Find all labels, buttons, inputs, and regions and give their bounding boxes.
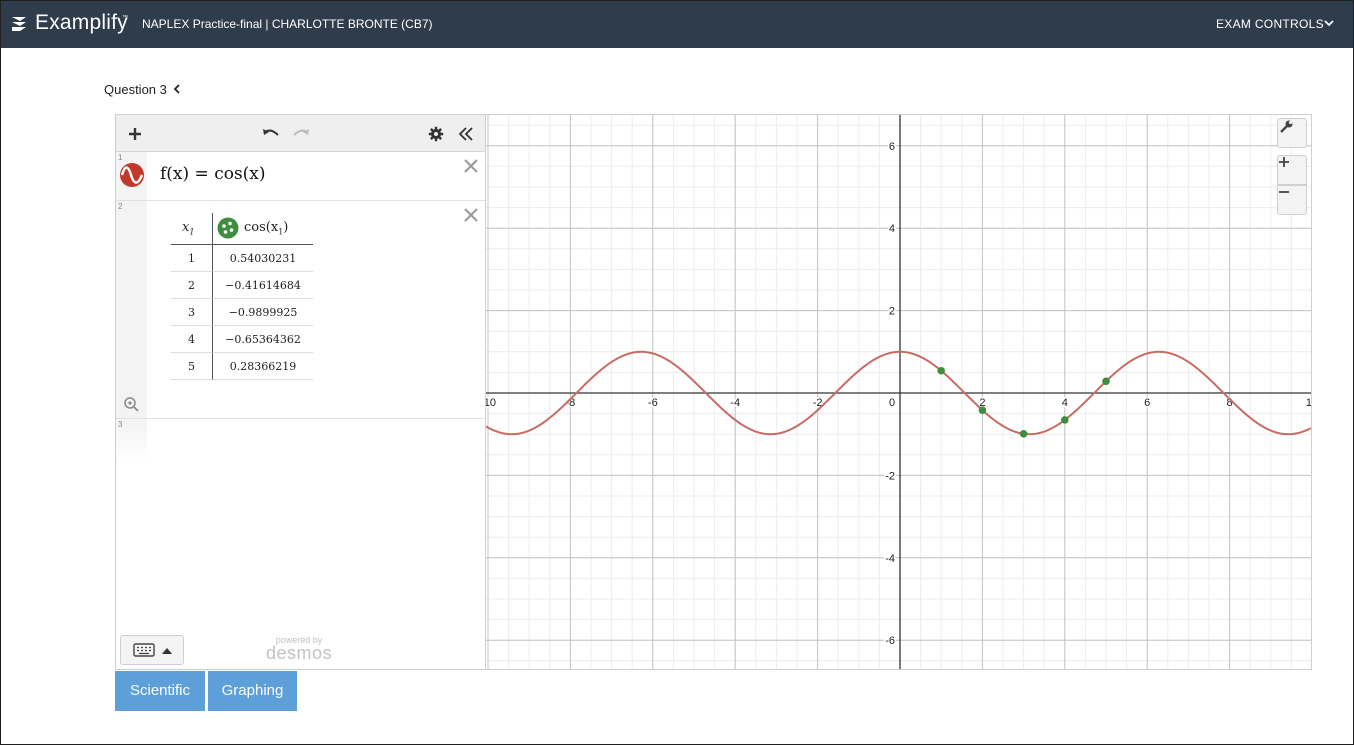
graphing-calculator: 1 f(x) = cos(x) 2 x1 cos(x1) 1 0.5403023… (115, 114, 1312, 670)
exam-controls-button[interactable]: EXAM CONTROLS (1216, 17, 1324, 31)
redo-button[interactable] (290, 123, 312, 145)
x-tick-label: -10 (486, 397, 496, 409)
settings-button[interactable] (425, 123, 447, 145)
x-tick-label: 0 (889, 397, 895, 409)
expression-formula[interactable]: f(x) = cos(x) (160, 164, 266, 184)
undo-icon (263, 129, 279, 136)
expression-index: 3 (118, 420, 123, 429)
table-cell-x[interactable]: 2 (171, 272, 212, 299)
y-tick-label: -2 (885, 470, 895, 482)
chevron-left-icon[interactable] (171, 82, 183, 96)
table-point (1102, 377, 1110, 386)
graphing-tab[interactable]: Graphing (208, 671, 297, 711)
plus-icon (129, 128, 141, 140)
powered-by-desmos: powered by desmos (266, 635, 332, 664)
y-tick-label: -4 (885, 553, 895, 565)
table-header-cos[interactable]: cos(x1) (212, 213, 313, 245)
x-tick-label: -6 (648, 397, 658, 409)
undo-button[interactable] (260, 123, 282, 145)
double-chevron-left-icon (458, 127, 473, 141)
minus-icon (1279, 191, 1289, 193)
table-cell-cos[interactable]: 0.28366219 (212, 353, 313, 380)
expression-index: 2 (118, 202, 123, 211)
collapse-panel-button[interactable] (455, 123, 477, 145)
table-cell-cos[interactable]: −0.41614684 (212, 272, 313, 299)
expression-row-1[interactable]: 1 f(x) = cos(x) (116, 152, 485, 201)
table-cell-x[interactable]: 1 (171, 245, 212, 272)
close-icon[interactable] (463, 207, 479, 223)
table-point (937, 366, 945, 375)
examplify-logo-icon (12, 17, 26, 31)
y-tick-label: 6 (889, 141, 895, 153)
x-tick-label: -4 (730, 397, 740, 409)
y-tick-label: 4 (889, 223, 895, 235)
keyboard-icon (133, 643, 155, 657)
expression-index: 1 (118, 153, 123, 162)
table-cell-x[interactable]: 3 (171, 299, 212, 326)
column-x-subscript: 1 (189, 227, 195, 237)
curve-color-icon[interactable] (119, 162, 145, 188)
graph-canvas[interactable]: -10-8-6-4-20246810-6-4-2246 (486, 115, 1311, 669)
x-tick-label: 4 (1062, 397, 1068, 409)
table-cell-x[interactable]: 4 (171, 326, 212, 353)
expression-panel: 1 f(x) = cos(x) 2 x1 cos(x1) 1 0.5403023… (116, 115, 486, 669)
points-style-icon[interactable] (217, 217, 239, 239)
x-tick-label: 10 (1306, 397, 1311, 409)
y-tick-label: 2 (889, 306, 895, 318)
close-icon[interactable] (463, 158, 479, 174)
table-header-x[interactable]: x1 (171, 213, 212, 245)
table-cell-cos[interactable]: 0.54030231 (212, 245, 313, 272)
table-cell-x[interactable]: 5 (171, 353, 212, 380)
zoom-fit-icon[interactable] (123, 396, 139, 412)
table-point (978, 406, 987, 414)
plus-icon (1279, 157, 1289, 167)
question-label: Question 3 (104, 82, 167, 97)
table-cell-cos[interactable]: −0.65364362 (212, 326, 313, 353)
column-cos-close-paren: ) (283, 220, 289, 235)
top-bar: Examplify ™ NAPLEX Practice-final | CHAR… (1, 1, 1353, 48)
table-point (1061, 416, 1069, 424)
column-cos-label: cos(x (244, 220, 279, 235)
app-logo-text: Examplify (35, 11, 128, 34)
caret-up-icon (162, 648, 172, 654)
trademark-mark: ™ (122, 15, 128, 21)
expression-row-2[interactable]: 2 x1 cos(x1) 1 0.54030231 2 −0.41614684 … (116, 201, 485, 419)
table-point (1019, 429, 1028, 438)
graph-area[interactable]: -10-8-6-4-20246810-6-4-2246 (486, 115, 1311, 669)
wrench-icon (1280, 120, 1293, 133)
scientific-tab[interactable]: Scientific (115, 671, 205, 711)
y-tick-label: -6 (885, 635, 895, 647)
gear-icon (428, 126, 444, 142)
expression-toolbar (116, 115, 485, 152)
keypad-toggle-button[interactable] (120, 635, 184, 665)
expression-gutter (116, 201, 147, 418)
exam-title: NAPLEX Practice-final | CHARLOTTE BRONTE… (142, 17, 433, 31)
add-expression-button[interactable] (124, 123, 146, 145)
x-tick-label: 6 (1144, 397, 1150, 409)
redo-icon (293, 129, 309, 136)
chevron-down-icon[interactable] (1322, 16, 1336, 30)
table-cell-cos[interactable]: −0.9899925 (212, 299, 313, 326)
desmos-logo: desmos (266, 643, 333, 663)
zoom-in-button[interactable] (1277, 155, 1307, 185)
expression-row-3[interactable]: 3 (116, 419, 485, 463)
graph-settings-button[interactable] (1277, 118, 1307, 148)
zoom-out-button[interactable] (1277, 185, 1307, 215)
